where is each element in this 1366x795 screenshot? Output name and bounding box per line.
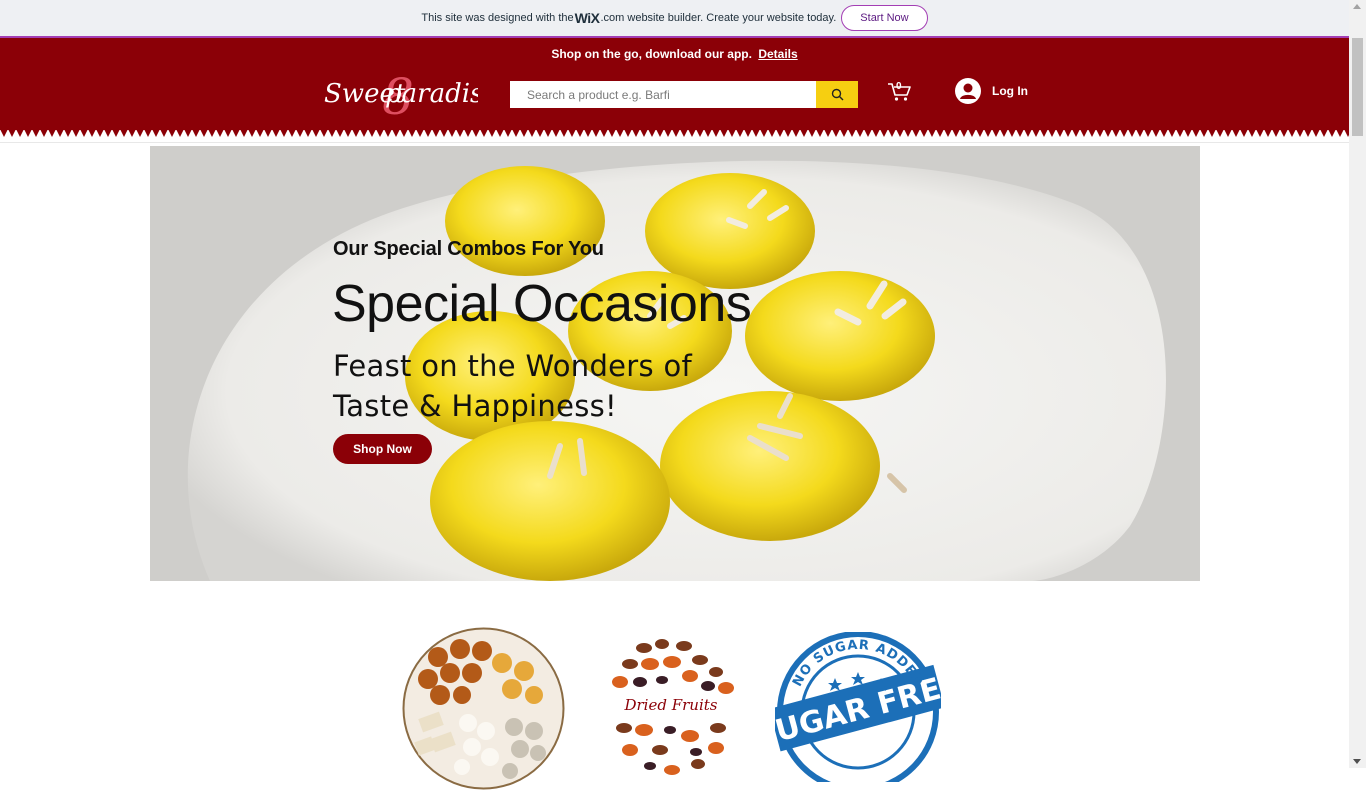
promo-text: Shop on the go, download our app. [551, 47, 752, 61]
hero-subtitle: Feast on the Wonders of Taste & Happines… [333, 349, 693, 423]
category-mithai[interactable] [402, 627, 565, 790]
scrollbar-thumb[interactable] [1352, 38, 1363, 136]
start-now-button[interactable]: Start Now [841, 5, 928, 31]
wix-logo[interactable]: WiX [575, 10, 600, 26]
svg-text:paradise: paradise [385, 79, 478, 109]
search-input[interactable] [510, 81, 816, 108]
mithai-image [402, 627, 565, 790]
scroll-down-icon[interactable] [1353, 759, 1361, 764]
category-sugar-free[interactable]: SUGAR FREE NO SUGAR ADDED [751, 631, 964, 793]
site-header: Shop on the go, download our app. Detail… [0, 38, 1349, 130]
details-link[interactable]: Details [758, 47, 797, 61]
hero-kicker: Our Special Combos For You [333, 238, 604, 260]
user-avatar-icon [955, 78, 981, 104]
dried-fruits-caption: Dried Fruits [624, 696, 718, 714]
login-button[interactable]: Log In [955, 77, 1028, 105]
hero-title: Special Occasions [332, 275, 752, 333]
promo-bar: Shop on the go, download our app. Detail… [0, 47, 1349, 61]
shop-now-button[interactable]: Shop Now [333, 434, 432, 464]
scroll-up-icon[interactable] [1353, 4, 1361, 9]
cart-button[interactable]: 0 [886, 80, 912, 106]
site-logo[interactable]: 8 Sweet paradise [318, 64, 478, 122]
category-dried-fruits[interactable]: Dried Fruits [600, 630, 742, 780]
search-icon [831, 88, 843, 101]
sugar-free-badge-icon: SUGAR FREE NO SUGAR ADDED [751, 631, 964, 793]
hero-banner: Our Special Combos For You Special Occas… [150, 146, 1200, 581]
header-zigzag-edge [0, 129, 1349, 137]
cart-count: 0 [896, 81, 902, 92]
wix-banner-text: This site was designed with the [421, 12, 574, 24]
login-label: Log In [992, 84, 1028, 98]
search-button[interactable] [816, 81, 858, 108]
wix-banner-text-2: .com website builder. Create your websit… [600, 12, 837, 24]
wix-banner: This site was designed with the WiX .com… [0, 0, 1349, 38]
header-divider [0, 142, 1349, 143]
page-scrollbar[interactable] [1349, 0, 1366, 768]
